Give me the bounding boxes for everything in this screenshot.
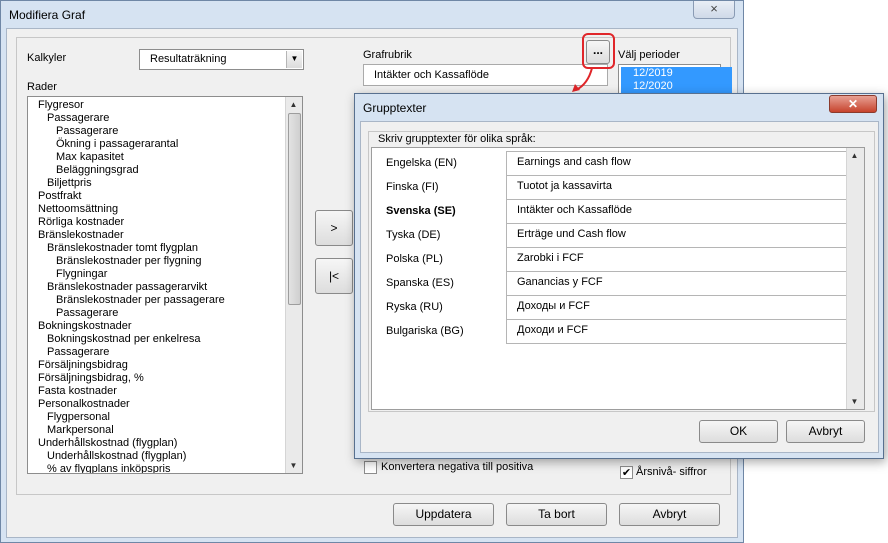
period-item[interactable]: 12/2020 [621,80,732,93]
scroll-thumb[interactable] [288,113,301,305]
konvertera-label: Konvertera negativa till positiva [381,461,534,473]
delete-button[interactable]: Ta bort [506,503,607,526]
rader-list-item[interactable]: Personalkostnader [28,398,286,411]
language-name: Polska (PL) [386,253,443,265]
add-row-button[interactable]: > [315,210,353,246]
rader-list-item[interactable]: Ökning i passagerarantal [28,138,286,151]
language-text-input[interactable]: Ganancias y FCF [506,271,852,296]
language-row: Bulgariska (BG) Доходи и FCF [372,319,852,344]
scroll-down-icon[interactable]: ▼ [286,458,301,473]
language-row: Polska (PL) Zarobki i FCF [372,247,852,272]
kalkyler-dropdown[interactable]: Resultaträkning ▼ [139,49,304,70]
window-title: Modifiera Graf [9,8,86,22]
grafrubrik-label: Grafrubrik [363,49,412,61]
rader-list-item[interactable]: Underhållskostnad (flygplan) [28,450,286,463]
annotation-arrow-icon [572,67,593,92]
dialog-cancel-button[interactable]: Avbryt [786,420,865,443]
rader-label: Rader [27,81,57,93]
rader-list-item[interactable]: Postfrakt [28,190,286,203]
language-scrollbar[interactable]: ▲ ▼ [846,148,864,409]
cancel-button[interactable]: Avbryt [619,503,720,526]
rader-list-item[interactable]: Försäljningsbidrag [28,359,286,372]
language-text-input[interactable]: Доходы и FCF [506,295,852,320]
rader-list-item[interactable]: Fasta kostnader [28,385,286,398]
dialog-title: Grupptexter [363,101,427,115]
language-text-input[interactable]: Erträge und Cash flow [506,223,852,248]
language-name: Finska (FI) [386,181,439,193]
rader-list-item[interactable]: Underhållskostnad (flygplan) [28,437,286,450]
period-item[interactable]: 12/2019 [621,67,732,80]
language-row: Tyska (DE) Erträge und Cash flow [372,223,852,248]
scroll-down-icon[interactable]: ▼ [847,394,862,409]
rader-list-item[interactable]: Nettoomsättning [28,203,286,216]
rader-list-item[interactable]: Passagerare [28,346,286,359]
language-rows: Engelska (EN) Earnings and cash flow Finsk… [372,148,852,411]
window-close-icon[interactable]: × [693,1,735,19]
grupptexter-dialog: Grupptexter ✕ Skriv grupptexter för olik… [354,93,884,459]
kalkyler-value: Resultaträkning [150,53,227,65]
chevron-down-icon[interactable]: ▼ [286,51,302,68]
arsniva-checkbox[interactable]: ✔ [620,466,633,479]
language-name: Engelska (EN) [386,157,457,169]
language-row: Ryska (RU) Доходы и FCF [372,295,852,320]
language-name: Tyska (DE) [386,229,441,241]
language-text-input[interactable]: Tuotot ja kassavirta [506,175,852,200]
grafrubrik-value: Intäkter och Kassaflöde [374,69,489,81]
rader-list-item[interactable]: Passagerare [28,125,286,138]
rader-list-item[interactable]: Markpersonal [28,424,286,437]
rader-list-item[interactable]: Försäljningsbidrag, % [28,372,286,385]
language-text-input[interactable]: Доходи и FCF [506,319,852,344]
rader-list-item[interactable]: Bränslekostnader [28,229,286,242]
language-text-input[interactable]: Earnings and cash flow [506,151,852,176]
rader-list-item[interactable]: Bränslekostnader per flygning [28,255,286,268]
rader-list-item[interactable]: Beläggningsgrad [28,164,286,177]
rader-list-item[interactable]: Max kapasitet [28,151,286,164]
language-row: Svenska (SE) Intäkter och Kassaflöde [372,199,852,224]
rader-list-item[interactable]: Flygpersonal [28,411,286,424]
language-row: Spanska (ES) Ganancias y FCF [372,271,852,296]
language-text-input[interactable]: Intäkter och Kassaflöde [506,199,852,224]
kalkyler-label: Kalkyler [27,52,67,64]
highlight-annotation [582,33,615,69]
rader-list-item[interactable]: Bokningskostnad per enkelresa [28,333,286,346]
rader-list-item[interactable]: Bränslekostnader per passagerare [28,294,286,307]
dialog-instruction: Skriv grupptexter för olika språk: [378,133,536,145]
language-name: Spanska (ES) [386,277,454,289]
language-row: Finska (FI) Tuotot ja kassavirta [372,175,852,200]
ok-button[interactable]: OK [699,420,778,443]
rader-list-item[interactable]: Passagerare [28,112,286,125]
rader-list-item[interactable]: Biljettpris [28,177,286,190]
scroll-up-icon[interactable]: ▲ [847,148,862,163]
scroll-up-icon[interactable]: ▲ [286,97,301,112]
language-row: Engelska (EN) Earnings and cash flow [372,151,852,176]
update-button[interactable]: Uppdatera [393,503,494,526]
rader-list-item[interactable]: Bränslekostnader passagerarvikt [28,281,286,294]
rader-list-item[interactable]: Bränslekostnader tomt flygplan [28,242,286,255]
language-name: Ryska (RU) [386,301,443,313]
rader-scrollbar[interactable]: ▲ ▼ [285,97,302,473]
dialog-close-icon[interactable]: ✕ [829,95,877,113]
rader-list-item[interactable]: Flygningar [28,268,286,281]
language-text-input[interactable]: Zarobki i FCF [506,247,852,272]
rader-items: Flygresor Passagerare Passagerare Ökning i … [28,97,286,473]
remove-all-button[interactable]: |< [315,258,353,294]
rader-list-item[interactable]: Rörliga kostnader [28,216,286,229]
language-name: Bulgariska (BG) [386,325,464,337]
konvertera-checkbox[interactable] [364,461,377,474]
rader-list-item[interactable]: % av flygplans inköpspris [28,463,286,473]
rader-list-item[interactable]: Bokningskostnader [28,320,286,333]
language-list: Engelska (EN) Earnings and cash flow Finsk… [371,147,865,410]
rader-list-item[interactable]: Flygresor [28,99,286,112]
language-name: Svenska (SE) [386,205,456,217]
rader-listbox[interactable]: Flygresor Passagerare Passagerare Ökning i … [27,96,303,474]
rader-list-item[interactable]: Passagerare [28,307,286,320]
arsniva-label: Årsnivå- siffror [636,466,707,478]
perioder-listbox[interactable]: 12/2019 12/2020 [618,64,732,94]
perioder-label: Välj perioder [618,49,680,61]
